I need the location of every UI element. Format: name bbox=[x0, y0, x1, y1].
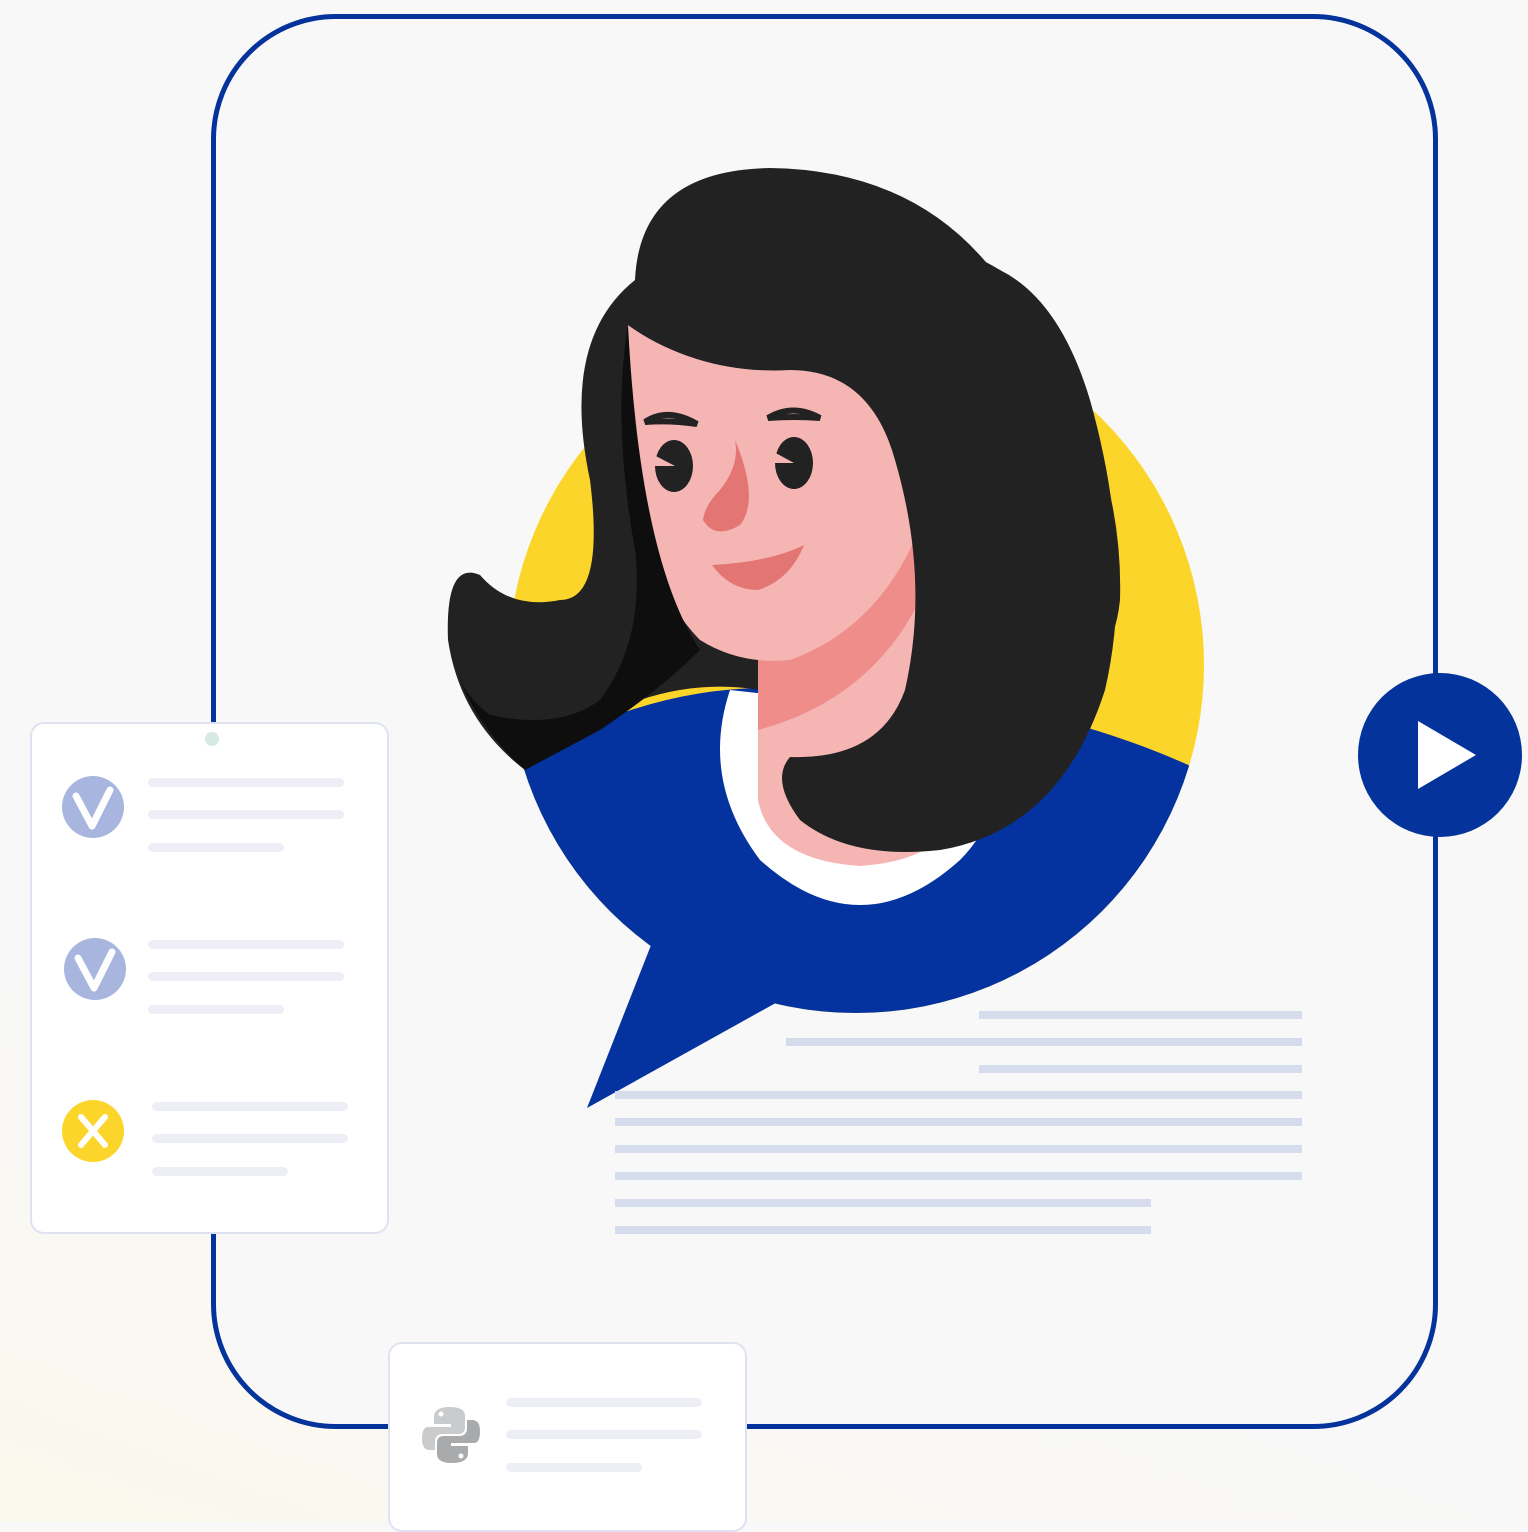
checklist-item[interactable] bbox=[62, 776, 362, 856]
code-card[interactable] bbox=[388, 1342, 747, 1532]
play-icon bbox=[1418, 721, 1476, 789]
card-pin bbox=[205, 732, 219, 746]
x-icon bbox=[62, 1100, 124, 1162]
check-icon bbox=[62, 776, 124, 838]
checklist-item[interactable] bbox=[62, 938, 362, 1018]
python-logo-icon bbox=[422, 1407, 480, 1463]
checklist-card bbox=[30, 722, 389, 1234]
checklist-item[interactable] bbox=[62, 1100, 362, 1180]
play-button[interactable] bbox=[1358, 673, 1522, 837]
check-icon bbox=[64, 938, 126, 1000]
